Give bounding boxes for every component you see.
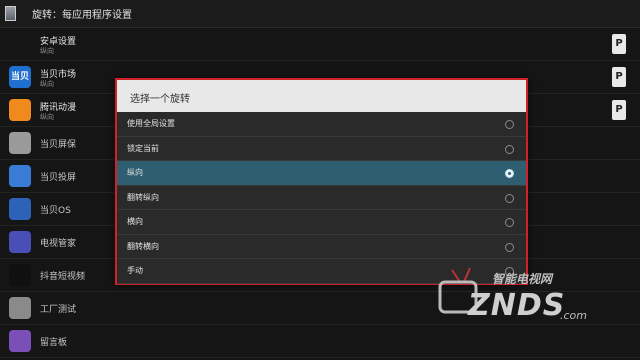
app-row[interactable]: 安卓设置 纵向 P xyxy=(0,28,640,61)
radio-icon[interactable] xyxy=(505,218,514,227)
rotation-option[interactable]: 横向 xyxy=(117,210,526,235)
app-icon xyxy=(9,231,31,253)
app-icon xyxy=(9,330,31,352)
rotation-options: 使用全局设置 锁定当前纵向翻转纵向横向翻转横向手动 xyxy=(117,112,526,284)
app-name: 当贝投屏 xyxy=(40,173,77,183)
app-orientation: 纵向 xyxy=(40,113,54,121)
rotation-option[interactable]: 锁定当前 xyxy=(117,137,526,161)
app-icon xyxy=(9,99,31,121)
radio-icon[interactable] xyxy=(505,242,514,252)
rotation-option-label: 翻转横向 xyxy=(127,241,159,251)
rotation-option-label: 横向 xyxy=(127,217,143,226)
rotation-app-icon xyxy=(5,6,16,21)
rotation-option-label: 锁定当前 xyxy=(127,143,159,153)
app-icon: 当贝 xyxy=(9,66,31,88)
app-name: 当贝OS xyxy=(40,206,71,216)
pin-p-icon: P xyxy=(612,67,626,87)
app-icon xyxy=(9,264,31,286)
app-name: 当贝屏保 xyxy=(40,140,77,150)
rotation-option-label: 手动 xyxy=(127,266,143,275)
watermark-domain: .com xyxy=(560,309,587,322)
app-name: 电视管家 xyxy=(40,239,77,249)
znds-watermark: 智能电视网 ZNDS .com xyxy=(430,262,630,332)
watermark-brand: ZNDS xyxy=(468,288,566,323)
rotation-option[interactable]: 翻转纵向 xyxy=(117,186,526,210)
radio-icon[interactable] xyxy=(505,193,514,203)
app-orientation: 纵向 xyxy=(40,47,54,55)
rotation-option[interactable]: 纵向 xyxy=(117,161,526,186)
app-icon xyxy=(9,198,31,220)
rotation-option[interactable]: 使用全局设置 xyxy=(117,112,526,137)
watermark-subtitle: 智能电视网 xyxy=(492,272,553,286)
dialog-title: 选择一个旋转 xyxy=(117,80,526,112)
title-bar: 旋转：每应用程序设置 xyxy=(0,0,640,28)
radio-icon[interactable] xyxy=(505,169,514,178)
app-icon xyxy=(9,165,31,187)
page-title: 旋转：每应用程序设置 xyxy=(32,10,132,21)
radio-icon[interactable] xyxy=(505,120,514,129)
rotation-option-label: 翻转纵向 xyxy=(127,192,159,202)
radio-icon[interactable] xyxy=(505,144,514,154)
app-icon xyxy=(9,33,31,55)
app-icon xyxy=(9,132,31,154)
pin-p-icon: P xyxy=(612,34,626,54)
rotation-option-label: 纵向 xyxy=(127,168,143,177)
app-name: 抖音短视频 xyxy=(40,272,86,282)
app-icon xyxy=(9,297,31,319)
rotation-option[interactable]: 翻转横向 xyxy=(117,235,526,259)
app-name: 工厂测试 xyxy=(40,305,77,315)
rotation-dialog: 选择一个旋转 使用全局设置 锁定当前纵向翻转纵向横向翻转横向手动 xyxy=(115,78,528,285)
pin-p-icon: P xyxy=(612,100,626,120)
rotation-option-label: 使用全局设置 xyxy=(127,119,175,128)
app-name: 留言板 xyxy=(40,338,68,348)
app-orientation: 纵向 xyxy=(40,80,54,88)
